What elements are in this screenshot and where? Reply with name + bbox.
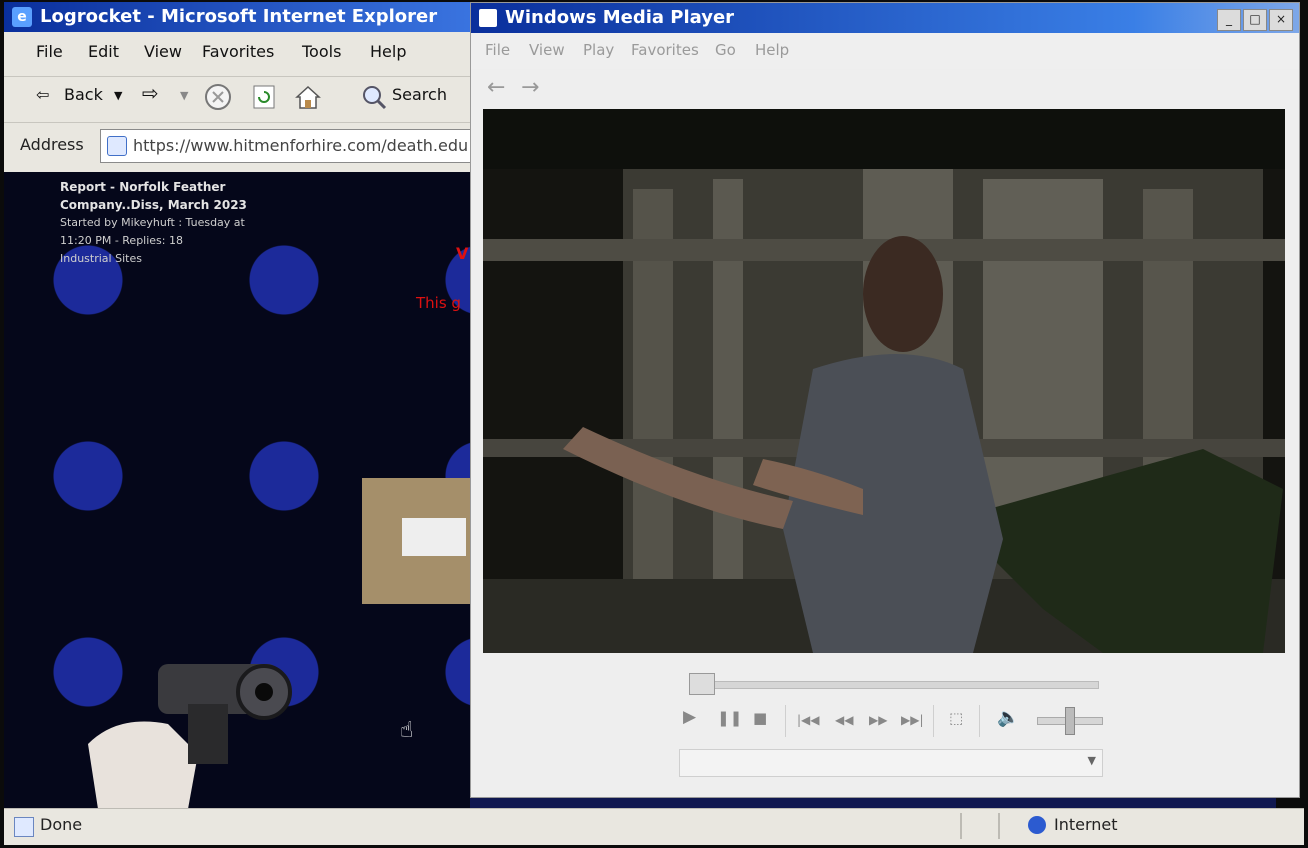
next-icon[interactable]: ▶▶| xyxy=(901,713,924,727)
ie-chrome: File Edit View Favorites Tools Help ⇦ Ba… xyxy=(4,32,476,172)
post-meta-line2: 11:20 PM - Replies: 18 xyxy=(60,234,183,247)
ie-window-title: Logrocket - Microsoft Internet Explorer xyxy=(40,6,438,27)
chevron-down-icon[interactable]: ▼ xyxy=(1088,754,1096,767)
stop-icon[interactable] xyxy=(204,83,232,111)
stop-icon[interactable]: ■ xyxy=(753,709,767,727)
refresh-icon[interactable] xyxy=(250,83,278,111)
blurred-thumbnail-image[interactable] xyxy=(362,478,470,604)
seek-thumb[interactable] xyxy=(689,673,715,695)
control-separator xyxy=(933,705,934,737)
page-red-letter: V xyxy=(456,244,469,263)
wmp-menu-favorites[interactable]: Favorites xyxy=(631,41,699,59)
status-separator xyxy=(960,813,962,839)
forum-post[interactable]: Report - Norfolk Feather Company..Diss, … xyxy=(60,178,310,268)
status-separator xyxy=(998,813,1000,839)
media-status-field[interactable]: ▼ xyxy=(679,749,1103,777)
page-icon xyxy=(107,136,127,156)
wmp-title-bar[interactable]: Windows Media Player _ □ × xyxy=(471,3,1299,33)
wmp-menu-help[interactable]: Help xyxy=(755,41,789,59)
internet-zone-icon xyxy=(1028,816,1046,834)
volume-thumb[interactable] xyxy=(1065,707,1075,735)
ie-status-bar: Done Internet xyxy=(4,808,1304,845)
video-display[interactable] xyxy=(483,109,1285,653)
control-separator xyxy=(979,705,980,737)
fast-forward-icon[interactable]: ▶▶ xyxy=(869,713,887,727)
ie-menubar: File Edit View Favorites Tools Help xyxy=(4,32,474,72)
back-button[interactable]: Back xyxy=(64,85,103,104)
wmp-window: Windows Media Player _ □ × File View Pla… xyxy=(470,2,1300,798)
wmp-menu-view[interactable]: View xyxy=(529,41,565,59)
back-arrow-icon[interactable]: ← xyxy=(487,75,505,100)
ie-menu-edit[interactable]: Edit xyxy=(88,42,119,61)
page-red-text: This g xyxy=(416,294,461,312)
volume-icon[interactable]: 🔈 xyxy=(997,707,1019,728)
security-zone: Internet xyxy=(1054,815,1118,834)
done-page-icon xyxy=(14,817,34,837)
search-icon[interactable] xyxy=(360,83,388,111)
address-url[interactable]: https://www.hitmenforhire.com/death.edu xyxy=(133,136,468,155)
post-title-line1[interactable]: Report - Norfolk Feather xyxy=(60,178,310,196)
address-label: Address xyxy=(20,135,84,154)
maximize-button[interactable]: □ xyxy=(1243,9,1267,31)
ie-logo-icon: e xyxy=(12,7,32,27)
wmp-logo-icon xyxy=(479,9,497,27)
seek-bar[interactable] xyxy=(691,681,1099,689)
address-field[interactable]: https://www.hitmenforhire.com/death.edu xyxy=(100,129,476,163)
search-button[interactable]: Search xyxy=(392,85,447,104)
wmp-menu-file[interactable]: File xyxy=(485,41,510,59)
control-separator xyxy=(785,705,786,737)
gun-hand-image xyxy=(88,664,292,808)
pause-icon[interactable]: ❚❚ xyxy=(717,709,742,727)
ie-menu-favorites[interactable]: Favorites xyxy=(202,42,274,61)
play-icon[interactable]: ▶ xyxy=(683,707,696,727)
forward-arrow-icon[interactable]: → xyxy=(521,75,539,100)
wmp-menu-go[interactable]: Go xyxy=(715,41,736,59)
wmp-menu-play[interactable]: Play xyxy=(583,41,614,59)
post-meta-line1: Started by Mikeyhuft : Tuesday at xyxy=(60,216,245,229)
ie-menu-help[interactable]: Help xyxy=(370,42,406,61)
close-button[interactable]: × xyxy=(1269,9,1293,31)
thumbnail-subject xyxy=(402,518,466,556)
post-title-line2[interactable]: Company..Diss, March 2023 xyxy=(60,196,310,214)
forward-arrow-icon[interactable]: ⇨ xyxy=(142,81,159,105)
wmp-window-title: Windows Media Player xyxy=(505,7,735,28)
back-dropdown-icon[interactable]: ▼ xyxy=(114,89,122,102)
webpage-content: Report - Norfolk Feather Company..Diss, … xyxy=(4,172,470,808)
fullscreen-icon[interactable]: ⬚ xyxy=(949,709,963,727)
ie-title-bar: e Logrocket - Microsoft Internet Explore… xyxy=(4,2,474,32)
status-text: Done xyxy=(40,815,83,834)
back-arrow-icon[interactable]: ⇦ xyxy=(36,85,49,104)
ie-menu-file[interactable]: File xyxy=(36,42,63,61)
ie-menu-tools[interactable]: Tools xyxy=(302,42,341,61)
previous-icon[interactable]: |◀◀ xyxy=(797,713,820,727)
ie-address-bar: Address https://www.hitmenforhire.com/de… xyxy=(4,122,476,169)
ie-menu-view[interactable]: View xyxy=(144,42,182,61)
hand-cursor-icon: ☝ xyxy=(400,718,414,743)
forward-dropdown-icon[interactable]: ▼ xyxy=(180,89,188,102)
ie-toolbar: ⇦ Back ▼ ⇨ ▼ Search xyxy=(4,76,474,121)
wmp-menubar: File View Play Favorites Go Help xyxy=(471,33,1299,69)
video-frame-image xyxy=(483,109,1285,653)
minimize-button[interactable]: _ xyxy=(1217,9,1241,31)
home-icon[interactable] xyxy=(294,83,322,111)
rewind-icon[interactable]: ◀◀ xyxy=(835,713,853,727)
post-meta-line3: Industrial Sites xyxy=(60,252,142,265)
